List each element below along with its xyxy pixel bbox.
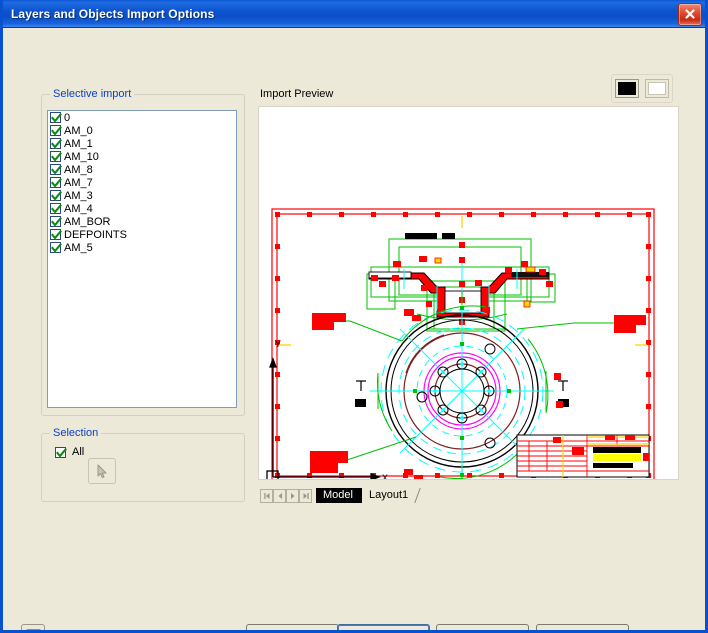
layer-row[interactable]: AM_4 — [48, 202, 236, 215]
checkmark-icon — [51, 152, 62, 162]
previous-sheet-button[interactable] — [273, 489, 286, 503]
checkmark-icon — [51, 217, 62, 227]
layer-row[interactable]: DEFPOINTS — [48, 228, 236, 241]
checkmark-icon — [51, 139, 62, 149]
previous-sheet-icon — [278, 493, 282, 499]
last-sheet-button[interactable] — [299, 489, 312, 503]
next-sheet-button[interactable] — [286, 489, 299, 503]
layer-name: DEFPOINTS — [64, 228, 127, 241]
checkmark-icon — [56, 447, 67, 458]
drawing-preview[interactable]: Y X — [258, 106, 679, 480]
layer-name: AM_0 — [64, 124, 93, 137]
layer-row[interactable]: AM_8 — [48, 163, 236, 176]
layer-checkbox[interactable] — [50, 190, 62, 201]
layer-name: 0 — [64, 111, 71, 124]
layer-name: AM_1 — [64, 137, 93, 150]
first-sheet-icon — [263, 493, 269, 499]
dark-background-toggle[interactable] — [615, 79, 639, 98]
last-sheet-icon — [303, 493, 309, 499]
select-all-row[interactable]: All — [55, 446, 84, 458]
ucs-y-label: Y — [275, 339, 281, 349]
checkmark-icon — [51, 243, 62, 253]
dialog-client-area: Selective import 0 AM_0 AM_1 AM_10 AM_8 AM_7 A… — [3, 28, 705, 630]
layer-name: AM_5 — [64, 241, 93, 254]
tab-layout1[interactable]: Layout1 — [362, 488, 421, 503]
layer-checkbox[interactable] — [50, 177, 62, 188]
cad-drawing: Y X — [259, 107, 678, 479]
checkmark-icon — [51, 113, 62, 123]
finish-button[interactable]: Finish — [436, 624, 529, 630]
layer-row[interactable]: AM_0 — [48, 124, 236, 137]
layer-checkbox[interactable] — [50, 164, 62, 175]
layer-name: AM_BOR — [64, 215, 111, 228]
tab-layout1-label: Layout1 — [368, 489, 409, 501]
preview-background-toggle-group — [611, 74, 673, 103]
layer-row[interactable]: AM_7 — [48, 176, 236, 189]
layer-row[interactable]: AM_BOR — [48, 215, 236, 228]
layer-row[interactable]: AM_10 — [48, 150, 236, 163]
close-icon — [685, 9, 695, 19]
checkmark-icon — [51, 191, 62, 201]
checkmark-icon — [51, 178, 62, 188]
layer-checkbox[interactable] — [50, 242, 62, 253]
checkmark-icon — [51, 165, 62, 175]
layer-row[interactable]: AM_5 — [48, 241, 236, 254]
help-button[interactable]: ? — [21, 624, 45, 630]
cancel-button[interactable]: Cancel — [536, 624, 629, 630]
close-button[interactable] — [678, 3, 702, 26]
layer-checkbox[interactable] — [50, 203, 62, 214]
layer-name: AM_8 — [64, 163, 93, 176]
checkmark-icon — [51, 126, 62, 136]
layer-row[interactable]: AM_3 — [48, 189, 236, 202]
next-button[interactable]: Next > — [337, 624, 430, 630]
layer-checkbox[interactable] — [50, 216, 62, 227]
pointer-arrow-icon — [97, 464, 106, 478]
window-title: Layers and Objects Import Options — [11, 6, 215, 21]
select-all-checkbox[interactable] — [55, 446, 67, 458]
sheet-tab-strip: Model Layout1 — [260, 487, 421, 503]
tab-model[interactable]: Model — [316, 488, 362, 503]
title-bar: Layers and Objects Import Options — [3, 0, 705, 28]
tab-slash — [406, 488, 421, 503]
layer-checkbox[interactable] — [50, 138, 62, 149]
layer-row[interactable]: 0 — [48, 111, 236, 124]
layer-name: AM_10 — [64, 150, 99, 163]
layer-checkbox[interactable] — [50, 229, 62, 240]
import-options-dialog: Layers and Objects Import Options Select… — [0, 0, 708, 633]
layer-checkbox[interactable] — [50, 125, 62, 136]
import-preview-label: Import Preview — [260, 88, 334, 100]
selective-import-label: Selective import — [50, 88, 135, 100]
layer-checkbox[interactable] — [50, 112, 62, 123]
pick-objects-button[interactable] — [88, 458, 116, 484]
select-all-label: All — [72, 446, 85, 458]
selection-group: Selection — [41, 427, 245, 502]
layer-list[interactable]: 0 AM_0 AM_1 AM_10 AM_8 AM_7 AM_3 AM_4 AM_BOR DEFP… — [47, 110, 237, 408]
checkmark-icon — [51, 230, 62, 240]
layer-name: AM_7 — [64, 176, 93, 189]
light-background-toggle[interactable] — [645, 79, 669, 98]
layer-row[interactable]: AM_1 — [48, 137, 236, 150]
selection-label: Selection — [50, 427, 102, 439]
next-sheet-icon — [290, 493, 294, 499]
back-button[interactable]: < Back — [246, 624, 339, 630]
layer-checkbox[interactable] — [50, 151, 62, 162]
layer-name: AM_4 — [64, 202, 93, 215]
layer-name: AM_3 — [64, 189, 93, 202]
ucs-x-label: X — [382, 473, 388, 479]
sheet-nav-buttons — [260, 489, 312, 503]
checkmark-icon — [51, 204, 62, 214]
help-question-icon: ? — [26, 629, 40, 630]
first-sheet-button[interactable] — [260, 489, 273, 503]
